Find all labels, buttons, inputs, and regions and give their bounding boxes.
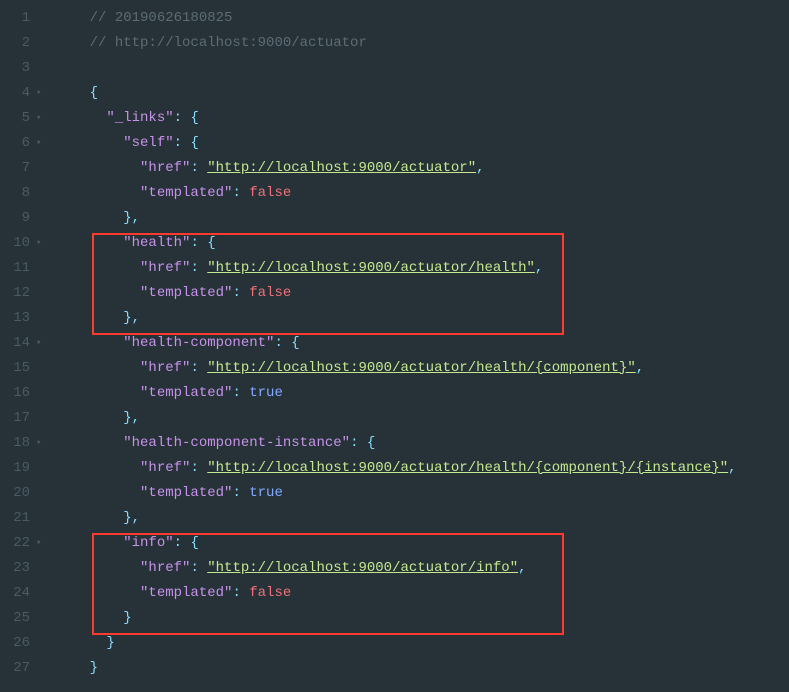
- line-number: 7: [0, 156, 36, 181]
- json-key: "href": [140, 460, 190, 476]
- line-number: 1: [0, 6, 36, 31]
- line-number: 15: [0, 356, 36, 381]
- code-line: 5 ▾ "_links": {: [0, 106, 789, 131]
- code-line: 27 }: [0, 656, 789, 681]
- json-key: "templated": [140, 485, 232, 501]
- json-key: "templated": [140, 185, 232, 201]
- json-key: "templated": [140, 285, 232, 301]
- json-key: "href": [140, 160, 190, 176]
- fold-icon[interactable]: ▾: [36, 81, 50, 106]
- line-number: 24: [0, 581, 36, 606]
- brace: },: [123, 410, 140, 426]
- brace: }: [123, 610, 131, 626]
- code-line: 10 ▾ "health": {: [0, 231, 789, 256]
- json-bool: false: [249, 185, 291, 201]
- line-number: 19: [0, 456, 36, 481]
- line-number: 2: [0, 31, 36, 56]
- code-line: 22 ▾ "info": {: [0, 531, 789, 556]
- line-number: 16: [0, 381, 36, 406]
- json-key: "templated": [140, 585, 232, 601]
- code-line: 6 ▾ "self": {: [0, 131, 789, 156]
- fold-icon[interactable]: ▾: [36, 231, 50, 256]
- fold-icon[interactable]: ▾: [36, 331, 50, 356]
- url-link[interactable]: "http://localhost:9000/actuator/health/{…: [207, 460, 728, 476]
- code-line: 15 "href": "http://localhost:9000/actuat…: [0, 356, 789, 381]
- line-number: 18: [0, 431, 36, 456]
- line-number: 27: [0, 656, 36, 681]
- code-editor[interactable]: 1 // 20190626180825 2 // http://localhos…: [0, 0, 789, 687]
- line-number: 13: [0, 306, 36, 331]
- line-number: 4: [0, 81, 36, 106]
- json-key: "health": [123, 235, 190, 251]
- json-key: "health-component": [123, 335, 274, 351]
- line-number: 11: [0, 256, 36, 281]
- code-line: 19 "href": "http://localhost:9000/actuat…: [0, 456, 789, 481]
- fold-icon[interactable]: ▾: [36, 531, 50, 556]
- line-number: 21: [0, 506, 36, 531]
- code-line: 18 ▾ "health-component-instance": {: [0, 431, 789, 456]
- json-key: "_links": [106, 110, 173, 126]
- code-line: 9 },: [0, 206, 789, 231]
- json-key: "info": [123, 535, 173, 551]
- json-key: "href": [140, 560, 190, 576]
- code-line: 17 },: [0, 406, 789, 431]
- comment: // 20190626180825: [90, 10, 233, 26]
- json-bool: false: [249, 285, 291, 301]
- code-line: 11 "href": "http://localhost:9000/actuat…: [0, 256, 789, 281]
- line-number: 10: [0, 231, 36, 256]
- line-number: 8: [0, 181, 36, 206]
- json-key: "templated": [140, 385, 232, 401]
- code-line: 16 "templated": true: [0, 381, 789, 406]
- code-line: 7 "href": "http://localhost:9000/actuato…: [0, 156, 789, 181]
- code-line: 26 }: [0, 631, 789, 656]
- line-number: 3: [0, 56, 36, 81]
- line-number: 26: [0, 631, 36, 656]
- code-line: 14 ▾ "health-component": {: [0, 331, 789, 356]
- code-line: 25 }: [0, 606, 789, 631]
- fold-icon[interactable]: ▾: [36, 431, 50, 456]
- json-bool: true: [249, 385, 283, 401]
- json-key: "health-component-instance": [123, 435, 350, 451]
- fold-icon[interactable]: ▾: [36, 131, 50, 156]
- brace: },: [123, 510, 140, 526]
- brace: }: [106, 635, 114, 651]
- url-link[interactable]: "http://localhost:9000/actuator/health/{…: [207, 360, 635, 376]
- json-bool: true: [249, 485, 283, 501]
- code-line: 23 "href": "http://localhost:9000/actuat…: [0, 556, 789, 581]
- brace: }: [90, 660, 98, 676]
- json-key: "href": [140, 360, 190, 376]
- line-number: 20: [0, 481, 36, 506]
- code-line: 8 "templated": false: [0, 181, 789, 206]
- brace: },: [123, 310, 140, 326]
- line-number: 6: [0, 131, 36, 156]
- json-bool: false: [249, 585, 291, 601]
- url-link[interactable]: "http://localhost:9000/actuator/health": [207, 260, 535, 276]
- json-key: "href": [140, 260, 190, 276]
- line-number: 5: [0, 106, 36, 131]
- line-number: 17: [0, 406, 36, 431]
- code-line: 21 },: [0, 506, 789, 531]
- code-line: 24 "templated": false: [0, 581, 789, 606]
- line-number: 25: [0, 606, 36, 631]
- json-key: "self": [123, 135, 173, 151]
- brace: },: [123, 210, 140, 226]
- comment: // http://localhost:9000/actuator: [90, 35, 367, 51]
- fold-icon[interactable]: ▾: [36, 106, 50, 131]
- brace: {: [90, 85, 98, 101]
- url-link[interactable]: "http://localhost:9000/actuator/info": [207, 560, 518, 576]
- url-link[interactable]: "http://localhost:9000/actuator": [207, 160, 476, 176]
- code-line: 20 "templated": true: [0, 481, 789, 506]
- code-line: 4 ▾ {: [0, 81, 789, 106]
- line-number: 14: [0, 331, 36, 356]
- line-number: 22: [0, 531, 36, 556]
- code-line: 13 },: [0, 306, 789, 331]
- code-line: 12 "templated": false: [0, 281, 789, 306]
- code-line: 3: [0, 56, 789, 81]
- line-number: 23: [0, 556, 36, 581]
- code-line: 2 // http://localhost:9000/actuator: [0, 31, 789, 56]
- line-number: 12: [0, 281, 36, 306]
- code-line: 1 // 20190626180825: [0, 6, 789, 31]
- line-number: 9: [0, 206, 36, 231]
